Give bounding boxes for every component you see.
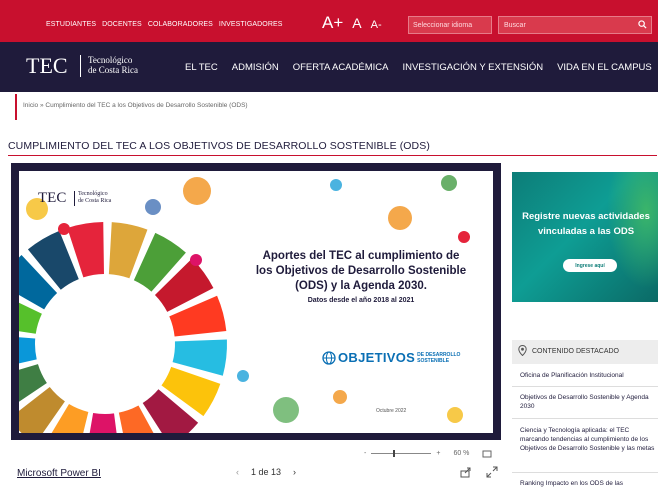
link-estudiantes[interactable]: ESTUDIANTES bbox=[46, 21, 96, 28]
featured-divider bbox=[512, 386, 658, 387]
logo-abbr[interactable]: TEC bbox=[26, 53, 68, 79]
zoom-level: 60 % bbox=[453, 450, 470, 457]
decor-dot bbox=[58, 223, 70, 235]
slide-heading-line3: (ODS) y la Agenda 2030. bbox=[295, 280, 427, 292]
default-font-button[interactable]: A bbox=[352, 15, 361, 31]
wheel-center bbox=[42, 281, 168, 407]
page-title: CUMPLIMIENTO DEL TEC A LOS OBJETIVOS DE … bbox=[8, 140, 430, 152]
next-page-button[interactable]: › bbox=[293, 467, 296, 477]
ods-word: OBJETIVOS bbox=[338, 350, 416, 365]
nav-el-tec[interactable]: EL TEC bbox=[185, 62, 218, 73]
banner-line2: vinculadas a las ODS bbox=[537, 226, 635, 237]
nav-admision[interactable]: ADMISIÓN bbox=[232, 62, 279, 73]
nav-vida-campus[interactable]: VIDA EN EL CAMPUS bbox=[557, 62, 652, 73]
nav-oferta-academica[interactable]: OFERTA ACADÉMICA bbox=[293, 62, 389, 73]
slide-logo-line2: de Costa Rica bbox=[78, 198, 112, 204]
decor-dot bbox=[447, 407, 463, 423]
increase-font-button[interactable]: A+ bbox=[322, 13, 343, 33]
main-nav: EL TEC ADMISIÓN OFERTA ACADÉMICA INVESTI… bbox=[185, 62, 652, 73]
fit-page-icon[interactable] bbox=[482, 449, 492, 459]
banner-button[interactable]: Ingrese aquí bbox=[563, 259, 617, 272]
slide-heading-line1: Aportes del TEC al cumplimiento de bbox=[262, 250, 460, 262]
zoom-slider-thumb[interactable] bbox=[393, 450, 396, 457]
slide-logo-name: Tecnológico de Costa Rica bbox=[78, 191, 111, 205]
decor-dot bbox=[237, 370, 249, 382]
fullscreen-icon[interactable] bbox=[486, 466, 498, 478]
slide-logo-divider bbox=[74, 191, 75, 206]
link-colaboradores[interactable]: COLABORADORES bbox=[148, 21, 213, 28]
globe-icon bbox=[322, 350, 336, 365]
decor-dot bbox=[330, 179, 342, 191]
banner-line1: Registre nuevas actividades bbox=[522, 211, 650, 222]
ods-logo: OBJETIVOS DE DESARROLLO SOSTENIBLE bbox=[322, 350, 460, 365]
featured-title: CONTENIDO DESTACADO bbox=[532, 348, 619, 355]
nav-investigacion[interactable]: INVESTIGACIÓN Y EXTENSIÓN bbox=[402, 62, 543, 73]
featured-item[interactable]: Ciencia y Tecnología aplicada: el TEC ma… bbox=[520, 426, 658, 453]
decor-dot bbox=[333, 390, 347, 404]
search-placeholder: Buscar bbox=[504, 22, 526, 29]
zoom-control: - + 60 % bbox=[364, 450, 469, 457]
share-icon[interactable] bbox=[460, 466, 472, 478]
ods-sub-line1: DE DESARROLLO bbox=[417, 351, 461, 358]
title-underline bbox=[8, 155, 657, 156]
ods-sub: DE DESARROLLO SOSTENIBLE bbox=[417, 352, 460, 364]
featured-item[interactable]: Oficina de Planificación Institucional bbox=[520, 371, 658, 380]
report-pager: ‹ 1 de 13 › bbox=[236, 467, 296, 477]
search-icon[interactable] bbox=[638, 20, 647, 29]
decor-dot bbox=[190, 254, 202, 266]
wheel-segment bbox=[89, 412, 117, 433]
slide-subheading: Datos desde el año 2018 al 2021 bbox=[307, 297, 415, 304]
decor-dot bbox=[183, 177, 211, 205]
logo-divider bbox=[80, 55, 81, 77]
font-size-controls: A+ A A- bbox=[322, 13, 382, 33]
ods-sub-line2: SOSTENIBLE bbox=[417, 357, 450, 364]
link-investigadores[interactable]: INVESTIGADORES bbox=[219, 21, 283, 28]
decrease-font-button[interactable]: A- bbox=[371, 19, 382, 31]
slide-date: Octubre 2022 bbox=[376, 408, 407, 414]
decor-dot bbox=[458, 231, 470, 243]
audience-links: ESTUDIANTES DOCENTES COLABORADORES INVES… bbox=[46, 21, 283, 28]
breadcrumb[interactable]: Inicio » Cumplimiento del TEC a los Obje… bbox=[15, 94, 248, 120]
location-pin-icon bbox=[518, 345, 527, 356]
decor-dot bbox=[441, 175, 457, 191]
logo-line2: de Costa Rica bbox=[88, 65, 138, 75]
logo-line1: Tecnológico bbox=[88, 55, 133, 65]
search-input[interactable]: Buscar bbox=[498, 16, 652, 34]
slide-heading-line2: los Objetivos de Desarrollo Sostenible bbox=[255, 265, 467, 277]
link-docentes[interactable]: DOCENTES bbox=[102, 21, 142, 28]
language-select[interactable]: Seleccionar idioma bbox=[408, 16, 492, 34]
page: ESTUDIANTES DOCENTES COLABORADORES INVES… bbox=[0, 0, 658, 492]
banner-text: Registre nuevas actividades vinculadas a… bbox=[514, 209, 658, 239]
featured-divider bbox=[512, 472, 658, 473]
powerbi-link[interactable]: Microsoft Power BI bbox=[17, 468, 101, 479]
decor-dot bbox=[273, 397, 299, 423]
slide-heading: Aportes del TEC al cumplimiento de los O… bbox=[226, 249, 496, 294]
decor-dot bbox=[388, 206, 412, 230]
zoom-in-button[interactable]: + bbox=[436, 450, 440, 457]
prev-page-button[interactable]: ‹ bbox=[236, 467, 239, 477]
featured-divider bbox=[512, 418, 658, 419]
zoom-out-button[interactable]: - bbox=[364, 450, 366, 457]
zoom-slider[interactable] bbox=[371, 450, 432, 457]
decor-dot bbox=[145, 199, 161, 215]
logo-name[interactable]: Tecnológico de Costa Rica bbox=[88, 55, 138, 75]
page-indicator: 1 de 13 bbox=[251, 467, 282, 477]
slide-logo-abbr: TEC bbox=[38, 190, 67, 206]
featured-item[interactable]: Ranking Impacto en los ODS de las bbox=[520, 479, 658, 488]
slide-logo-line1: Tecnológico bbox=[78, 191, 108, 197]
featured-item[interactable]: Objetivos de Desarrollo Sostenible y Age… bbox=[520, 393, 658, 411]
